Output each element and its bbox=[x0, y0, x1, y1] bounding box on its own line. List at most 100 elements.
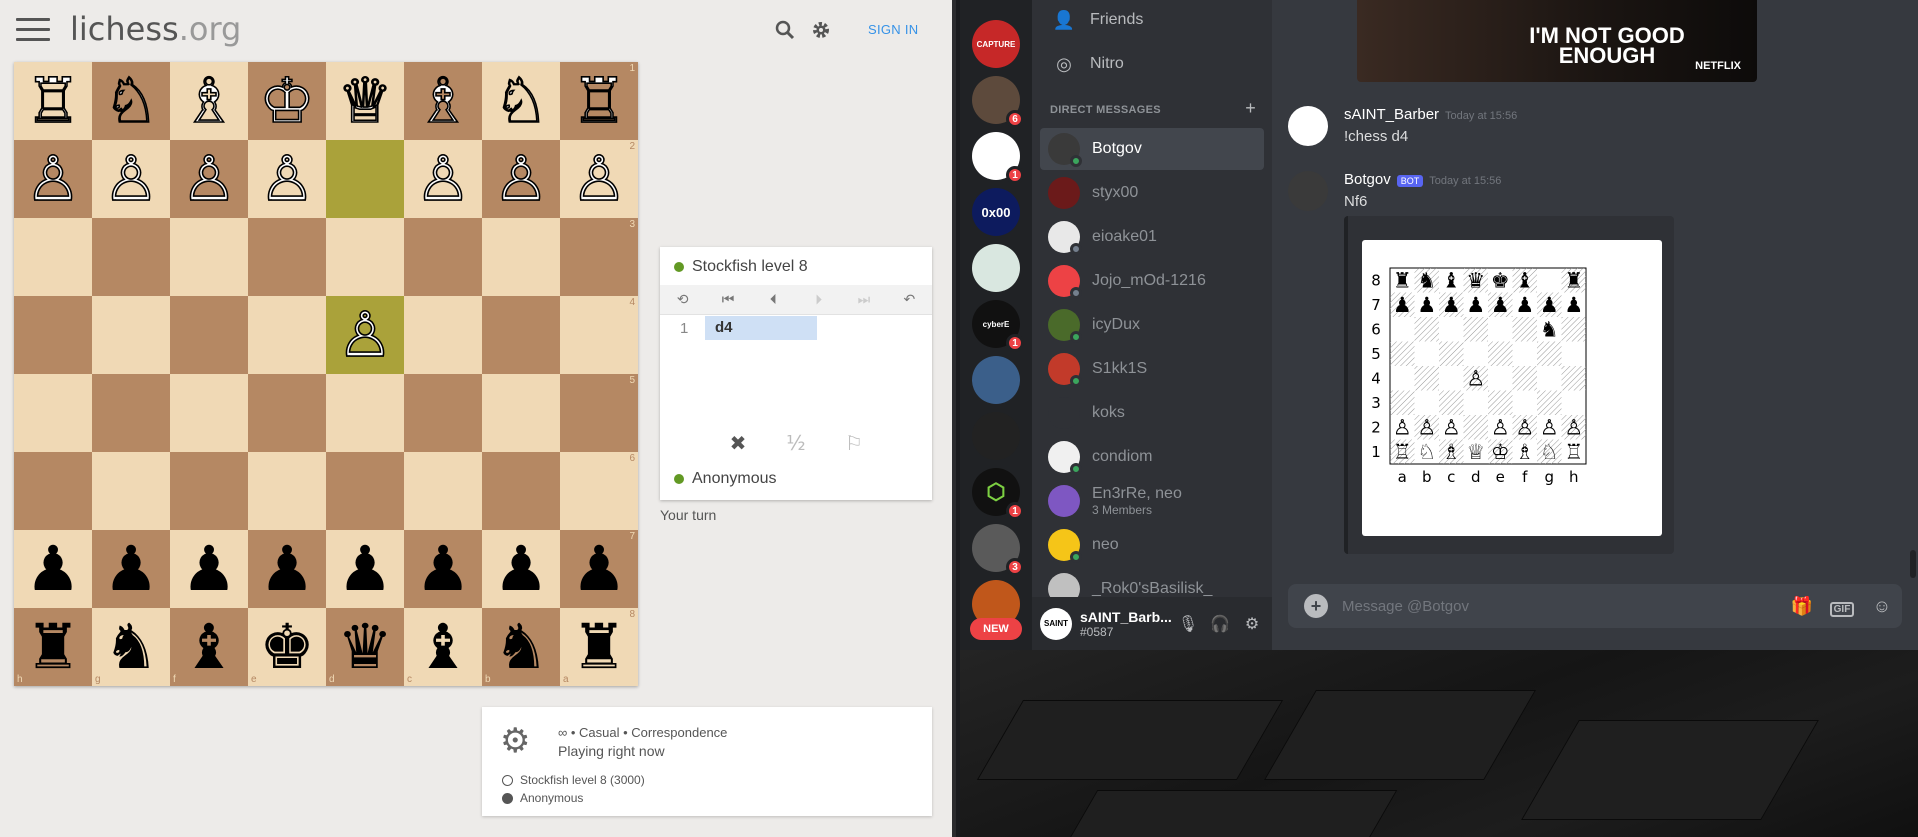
board-square[interactable]: ♟ bbox=[14, 530, 92, 608]
white-piece[interactable]: ♙ bbox=[102, 147, 159, 211]
dm-item[interactable]: S1kk1S bbox=[1040, 348, 1264, 390]
white-piece[interactable]: ♖ bbox=[24, 69, 81, 133]
search-icon[interactable] bbox=[774, 20, 796, 42]
resign-flag-icon[interactable]: ⚐ bbox=[839, 431, 869, 455]
move-cell[interactable]: d4 bbox=[705, 316, 817, 340]
board-square[interactable] bbox=[248, 374, 326, 452]
message-author[interactable]: sAINT_Barber bbox=[1344, 106, 1439, 123]
board-square[interactable]: 6 bbox=[560, 452, 638, 530]
board-square[interactable]: ♗ bbox=[404, 62, 482, 140]
board-square[interactable]: 5 bbox=[560, 374, 638, 452]
board-square[interactable]: 4 bbox=[560, 296, 638, 374]
board-square[interactable] bbox=[482, 452, 560, 530]
first-move-icon[interactable]: ⏮ bbox=[705, 292, 750, 308]
board-square[interactable]: ♛ d bbox=[326, 608, 404, 686]
board-square[interactable]: ♟ bbox=[482, 530, 560, 608]
board-square[interactable] bbox=[404, 218, 482, 296]
board-square[interactable]: ♚ e bbox=[248, 608, 326, 686]
board-square[interactable] bbox=[482, 296, 560, 374]
dm-item[interactable]: neo bbox=[1040, 524, 1264, 566]
message-author[interactable]: Botgov bbox=[1344, 171, 1391, 188]
chess-board[interactable]: ♖ ♘ ♗ ♔ ♕ ♗ ♘ ♖ 1 ♙ ♙ ♙ ♙ ♙ ♙ ♙ 2 3 ♙ 4 5 6 ♟ ♟ ♟ ♟ ♟ ♟ ♟ ♟ 7 ♜ h ♞ g ♝ f ♚ e ♛… bbox=[14, 62, 638, 686]
menu-icon[interactable] bbox=[16, 18, 50, 42]
gear-icon[interactable] bbox=[810, 20, 832, 42]
board-square[interactable] bbox=[326, 374, 404, 452]
white-piece[interactable]: ♙ bbox=[414, 147, 471, 211]
white-piece[interactable]: ♙ bbox=[24, 147, 81, 211]
board-square[interactable]: ♗ bbox=[170, 62, 248, 140]
board-square[interactable]: ♙ bbox=[14, 140, 92, 218]
embed-chess-image[interactable]: ♜ ♞ ♝ ♛ ♚ ♝ ♜ ♟ ♟ ♟ ♟ ♟ ♟ ♟ ♟ ♞ ♙ ♙ ♙ ♙ ♙ ♙ ♙ ♙ ♖ ♘ ♗ ♕ ♔ ♗ ♘ ♖ 8 7 6 5 4 3 2 1… bbox=[1362, 240, 1662, 536]
black-piece[interactable]: ♟ bbox=[25, 538, 81, 600]
board-square[interactable]: ♙ bbox=[404, 140, 482, 218]
author-avatar[interactable] bbox=[1288, 171, 1328, 211]
author-avatar[interactable] bbox=[1288, 106, 1328, 146]
white-player-name[interactable]: Stockfish level 8 (3000) bbox=[520, 773, 645, 787]
flip-board-icon[interactable]: ⟲ bbox=[660, 292, 705, 308]
dm-item[interactable]: condiom bbox=[1040, 436, 1264, 478]
guild-8[interactable] bbox=[972, 412, 1020, 460]
board-square[interactable] bbox=[170, 374, 248, 452]
board-square[interactable]: ♜ 8 a bbox=[560, 608, 638, 686]
attach-plus-icon[interactable]: + bbox=[1304, 594, 1328, 618]
white-piece[interactable]: ♗ bbox=[414, 69, 471, 133]
dm-item[interactable]: En3rRe, neo 3 Members bbox=[1040, 480, 1264, 522]
emoji-icon[interactable]: ☺ bbox=[1862, 596, 1902, 617]
sign-in-link[interactable]: SIGN IN bbox=[868, 22, 919, 37]
white-piece[interactable]: ♔ bbox=[258, 69, 315, 133]
board-square[interactable] bbox=[248, 296, 326, 374]
dm-item[interactable]: Botgov bbox=[1040, 128, 1264, 170]
board-square[interactable]: ♟ 7 bbox=[560, 530, 638, 608]
black-piece[interactable]: ♝ bbox=[181, 616, 237, 678]
dm-item[interactable]: styx00 bbox=[1040, 172, 1264, 214]
white-piece[interactable]: ♘ bbox=[102, 69, 159, 133]
gift-icon[interactable]: 🎁 bbox=[1782, 596, 1822, 617]
guild-3[interactable]: 1 bbox=[972, 132, 1024, 184]
board-square[interactable] bbox=[170, 452, 248, 530]
board-square[interactable]: ♙ bbox=[326, 296, 404, 374]
board-square[interactable]: ♘ bbox=[482, 62, 560, 140]
analysis-icon[interactable]: ↶ bbox=[887, 292, 932, 308]
black-piece[interactable]: ♞ bbox=[493, 616, 549, 678]
create-dm-icon[interactable]: + bbox=[1245, 98, 1256, 119]
board-square[interactable] bbox=[170, 218, 248, 296]
black-piece[interactable]: ♜ bbox=[25, 616, 81, 678]
board-square[interactable] bbox=[14, 296, 92, 374]
black-piece[interactable]: ♞ bbox=[103, 616, 159, 678]
board-square[interactable]: ♔ bbox=[248, 62, 326, 140]
microphone-icon[interactable]: 🎙 bbox=[1172, 614, 1204, 634]
guild-cyber[interactable]: cyberE 1 bbox=[972, 300, 1024, 352]
user-avatar[interactable]: SAINT bbox=[1040, 607, 1072, 640]
guild-capture[interactable]: CAPTURE bbox=[972, 20, 1020, 68]
draw-offer-button[interactable]: ½ bbox=[781, 431, 811, 455]
board-square[interactable] bbox=[404, 296, 482, 374]
guild-5[interactable] bbox=[972, 244, 1020, 292]
black-piece[interactable]: ♟ bbox=[571, 538, 627, 600]
nav-friends[interactable]: 👤 Friends bbox=[1040, 0, 1264, 40]
board-square[interactable] bbox=[14, 452, 92, 530]
board-square[interactable] bbox=[326, 452, 404, 530]
board-square[interactable]: ♘ bbox=[92, 62, 170, 140]
chat-scrollbar[interactable] bbox=[1910, 550, 1916, 578]
black-piece[interactable]: ♟ bbox=[103, 538, 159, 600]
board-square[interactable] bbox=[404, 374, 482, 452]
black-piece[interactable]: ♚ bbox=[259, 616, 315, 678]
board-square[interactable]: ♝ c bbox=[404, 608, 482, 686]
board-square[interactable]: ♟ bbox=[248, 530, 326, 608]
board-square[interactable]: ♖ bbox=[14, 62, 92, 140]
black-piece[interactable]: ♟ bbox=[415, 538, 471, 600]
board-square[interactable]: ♕ bbox=[326, 62, 404, 140]
board-square[interactable] bbox=[326, 218, 404, 296]
board-square[interactable]: ♖ 1 bbox=[560, 62, 638, 140]
player-name[interactable]: Anonymous bbox=[692, 470, 777, 488]
last-move-icon[interactable]: ⏭ bbox=[841, 292, 886, 308]
black-piece[interactable]: ♟ bbox=[181, 538, 237, 600]
board-square[interactable] bbox=[14, 218, 92, 296]
board-square[interactable]: ♟ bbox=[92, 530, 170, 608]
board-square[interactable]: ♝ f bbox=[170, 608, 248, 686]
board-square[interactable]: ♟ bbox=[404, 530, 482, 608]
board-square[interactable] bbox=[482, 218, 560, 296]
black-piece[interactable]: ♟ bbox=[493, 538, 549, 600]
white-piece[interactable]: ♙ bbox=[336, 303, 393, 367]
board-square[interactable] bbox=[248, 218, 326, 296]
